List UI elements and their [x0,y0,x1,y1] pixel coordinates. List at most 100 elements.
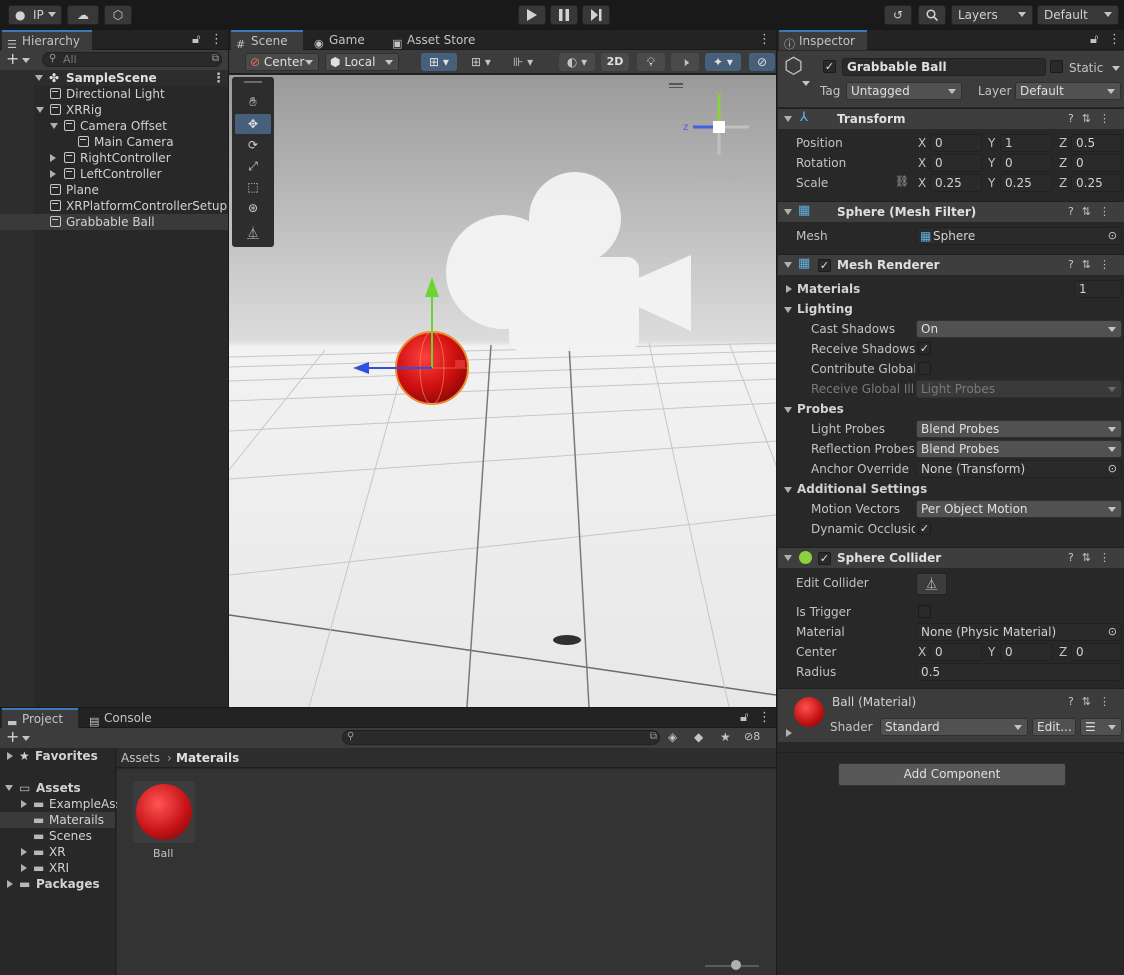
tab-scene[interactable]: # Scene [231,30,303,51]
visibility-toggle[interactable]: ⊘ [749,53,775,71]
step-button[interactable] [582,5,610,25]
tag-dropdown[interactable]: Untagged [846,82,962,100]
fold-closed-icon[interactable] [50,166,60,182]
fold-open-icon[interactable] [784,307,792,313]
grid-toggle[interactable]: ⊞ ▾ [463,53,499,71]
packages-row[interactable]: ▬ Packages [0,876,115,892]
layers-dropdown[interactable]: Layers [951,5,1033,25]
sphere-collider-header[interactable]: ✓ Sphere Collider ?⇅⋮ [778,547,1124,568]
fold-open-icon[interactable] [50,118,62,134]
audio-toggle[interactable]: 🕨︎ [671,53,699,71]
more-icon[interactable]: ⋮ [1108,33,1121,46]
hierarchy-item[interactable]: XRPlatformControllerSetup [0,198,228,214]
rotation-z-field[interactable]: 0 [1071,154,1122,172]
lock-icon[interactable]: 🔓︎ [192,33,200,46]
active-checkbox[interactable]: ✓ [823,60,836,73]
lighting-toggle[interactable]: 💡︎ [637,53,665,71]
palette-handle[interactable] [244,81,262,83]
object-picker-icon[interactable]: ⊙ [1108,624,1117,640]
tab-inspector[interactable]: ⓘ Inspector [779,30,867,51]
scale-x-field[interactable]: 0.25 [930,174,982,192]
mesh-renderer-header[interactable]: ▦ ✓ Mesh Renderer ?⇅⋮ [778,254,1124,275]
history-button[interactable]: ↺ [884,5,912,25]
folder-item[interactable]: ▬ XR [0,844,115,860]
scale-y-field[interactable]: 0.25 [1000,174,1052,192]
reflection-probes-dropdown[interactable]: Blend Probes [916,440,1122,458]
scene-viewport[interactable]: y z Persp ≺ [229,75,776,707]
fold-open-icon[interactable] [784,407,792,413]
breadcrumb-materails[interactable]: Materails [176,750,239,766]
breadcrumb-assets[interactable]: Assets [121,750,160,766]
project-search-input[interactable]: ⚲ ⧉ [342,730,660,745]
collab-button[interactable]: ⬡ [104,5,132,25]
position-y-field[interactable]: 1 [1000,134,1052,152]
cast-shadows-dropdown[interactable]: On [916,320,1122,338]
light-probes-dropdown[interactable]: Blend Probes [916,420,1122,438]
lock-icon[interactable]: 🔓︎ [1090,33,1098,46]
component-header-icons[interactable]: ?⇅⋮ [1068,258,1118,271]
hierarchy-item[interactable]: Plane [0,182,228,198]
chevron-down-icon[interactable] [22,58,30,63]
label-filter-icon[interactable]: ◆ [694,730,703,744]
favorites-row[interactable]: ★ Favorites [0,748,115,764]
grid-snap-toggle[interactable]: ⊞ ▾ [421,53,457,71]
component-header-icons[interactable]: ?⇅⋮ [1068,112,1118,125]
increment-snap-toggle[interactable]: ⊪ ▾ [505,53,541,71]
edit-shader-button[interactable]: Edit... [1032,718,1076,736]
transform-header[interactable]: ⅄ Transform ?⇅⋮ [778,108,1124,129]
type-filter-icon[interactable]: ◈ [668,730,677,744]
center-x-field[interactable]: 0 [930,643,982,661]
rect-tool[interactable]: ⬚ [235,177,271,197]
fold-open-icon[interactable] [784,487,792,493]
mesh-filter-header[interactable]: ▦ Sphere (Mesh Filter) ?⇅⋮ [778,201,1124,222]
component-header-icons[interactable]: ?⇅⋮ [1068,205,1118,218]
scale-tool[interactable]: ⤢ [235,156,271,176]
hierarchy-item[interactable]: Directional Light [0,86,228,102]
pause-button[interactable] [550,5,578,25]
space-dropdown[interactable]: ⬢ Local [325,53,399,71]
tab-project[interactable]: ▬ Project [2,708,78,729]
edit-collider-button[interactable]: ⏅ [916,573,947,595]
layout-dropdown[interactable]: Default [1037,5,1119,25]
receive-shadows-checkbox[interactable]: ✓ [918,342,931,355]
object-name-input[interactable]: Grabbable Ball [842,58,1046,76]
static-checkbox[interactable] [1050,60,1063,73]
add-icon[interactable]: + [6,51,19,67]
layer-dropdown[interactable]: Default [1015,82,1121,100]
hierarchy-item[interactable]: LeftController [0,166,228,182]
constrain-proportions-icon[interactable]: ⛓ [895,175,909,188]
more-icon[interactable]: ⋮ [210,33,223,46]
folder-item[interactable]: ▬ Materails [0,812,115,828]
toggle-2d-button[interactable]: 2D [601,53,629,71]
hierarchy-item[interactable]: RightController [0,150,228,166]
component-header-icons[interactable]: ?⇅⋮ [1068,551,1118,564]
enabled-checkbox[interactable]: ✓ [818,259,831,272]
transform-tool[interactable]: ⊛ [235,198,271,218]
materials-count-field[interactable]: 1 [1074,280,1122,298]
tab-game[interactable]: ◉ Game [309,30,379,50]
filter-icon[interactable]: ⧉ [650,731,657,742]
object-picker-icon[interactable]: ⊙ [1108,461,1117,477]
folder-item[interactable]: ▬ XRI [0,860,115,876]
hand-tool[interactable]: ✋︎ [235,93,271,113]
tab-asset-store[interactable]: ▣ Asset Store [387,30,487,50]
material-header[interactable]: Ball (Material) ?⇅⋮ Shader Standard Edit… [778,688,1124,742]
tab-hierarchy[interactable]: ☰ Hierarchy [2,30,92,51]
tab-console[interactable]: ▤ Console [84,708,160,728]
folder-item[interactable]: ▬ ExampleAss [0,796,122,812]
radius-field[interactable]: 0.5 [916,663,1122,681]
hierarchy-search-input[interactable]: ⚲ All ⧉ [42,52,222,67]
draw-mode-dropdown[interactable]: ◐ ▾ [559,53,595,71]
fold-closed-icon[interactable] [21,848,27,856]
anchor-override-field[interactable]: None (Transform) ⊙ [916,460,1122,478]
add-icon[interactable]: + [6,729,19,745]
more-icon[interactable]: ⋮ [758,711,771,724]
physic-material-field[interactable]: None (Physic Material) ⊙ [916,623,1122,641]
shader-dropdown[interactable]: Standard [880,718,1028,736]
scene-row[interactable]: ✤ SampleScene ⋮ [0,70,228,86]
position-x-field[interactable]: 0 [930,134,982,152]
fold-open-icon[interactable] [36,102,48,118]
hidden-packages-toggle[interactable]: ⊘8 [744,730,760,743]
more-icon[interactable]: ⋮ [758,33,771,46]
rotate-tool[interactable]: ⟳ [235,135,271,155]
